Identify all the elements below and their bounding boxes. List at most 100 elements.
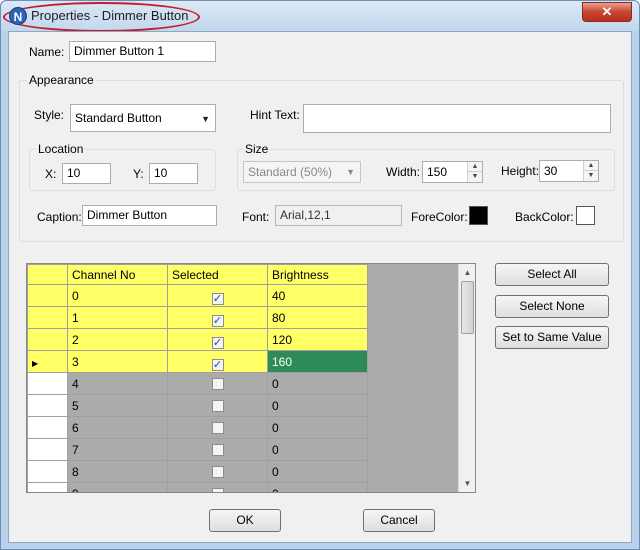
hint-text-field[interactable]: [303, 104, 611, 133]
brightness-cell[interactable]: 0: [267, 372, 368, 395]
channel-grid[interactable]: Channel No Selected Brightness 0 ✓ 40 1 ✓ 80 2…: [26, 263, 476, 493]
backcolor-label: BackColor:: [515, 210, 574, 224]
checkbox-unchecked-icon[interactable]: [211, 488, 224, 492]
grid-scrollbar[interactable]: ▲ ▼: [458, 264, 475, 492]
height-stepper[interactable]: 30 ▲ ▼: [539, 160, 599, 182]
scroll-thumb[interactable]: [461, 281, 474, 334]
title-bar[interactable]: N Properties - Dimmer Button ✕: [1, 1, 639, 32]
row-header-cell[interactable]: [27, 284, 68, 307]
height-spin-buttons[interactable]: ▲ ▼: [583, 161, 598, 181]
ok-button[interactable]: OK: [209, 509, 281, 532]
window-title: Properties - Dimmer Button: [31, 8, 189, 23]
table-row[interactable]: 0 ✓ 40: [27, 284, 368, 307]
checkbox-unchecked-icon[interactable]: [211, 422, 224, 434]
column-header-selected[interactable]: Selected: [167, 264, 268, 285]
row-header-cell[interactable]: [27, 328, 68, 351]
width-stepper[interactable]: 150 ▲ ▼: [422, 161, 483, 183]
x-field[interactable]: 10: [62, 163, 111, 184]
table-row[interactable]: 40: [27, 372, 368, 395]
hint-text-label: Hint Text:: [250, 108, 300, 122]
row-header-cell[interactable]: [27, 394, 68, 417]
channel-cell[interactable]: 1: [67, 306, 168, 329]
row-header-cell[interactable]: [27, 306, 68, 329]
table-row[interactable]: 60: [27, 416, 368, 439]
checkbox-unchecked-icon[interactable]: [211, 400, 224, 412]
spin-down-icon[interactable]: ▼: [584, 171, 598, 181]
brightness-cell[interactable]: 0: [267, 482, 368, 492]
selected-cell[interactable]: [167, 372, 268, 395]
caption-label: Caption:: [37, 210, 82, 224]
checkbox-checked-icon[interactable]: ✓: [211, 336, 224, 349]
select-none-button[interactable]: Select None: [495, 295, 609, 318]
channel-cell[interactable]: 6: [67, 416, 168, 439]
channel-table: Channel No Selected Brightness 0 ✓ 40 1 ✓ 80 2…: [27, 264, 368, 492]
selected-cell[interactable]: [167, 416, 268, 439]
column-header-channel[interactable]: Channel No: [67, 264, 168, 285]
brightness-cell[interactable]: 0: [267, 460, 368, 483]
selected-cell[interactable]: ✓: [167, 328, 268, 351]
brightness-cell[interactable]: 160: [267, 350, 368, 373]
spin-up-icon[interactable]: ▲: [584, 161, 598, 171]
checkbox-unchecked-icon[interactable]: [211, 378, 224, 390]
table-row[interactable]: ▶ 3 ✓ 160: [27, 350, 368, 373]
table-row[interactable]: 80: [27, 460, 368, 483]
checkbox-checked-icon[interactable]: ✓: [211, 292, 224, 305]
channel-cell[interactable]: 4: [67, 372, 168, 395]
caption-field[interactable]: Dimmer Button: [82, 205, 217, 226]
table-row[interactable]: 50: [27, 394, 368, 417]
row-header-cell[interactable]: [27, 482, 68, 492]
scroll-up-icon[interactable]: ▲: [459, 264, 475, 281]
checkbox-checked-icon[interactable]: ✓: [211, 358, 224, 371]
cancel-button[interactable]: Cancel: [363, 509, 435, 532]
brightness-cell[interactable]: 0: [267, 394, 368, 417]
brightness-cell[interactable]: 120: [267, 328, 368, 351]
table-row[interactable]: 70: [27, 438, 368, 461]
checkbox-unchecked-icon[interactable]: [211, 444, 224, 456]
y-field[interactable]: 10: [149, 163, 198, 184]
location-title: Location: [36, 142, 86, 156]
checkbox-unchecked-icon[interactable]: [211, 466, 224, 478]
select-all-button[interactable]: Select All: [495, 263, 609, 286]
channel-cell[interactable]: 3: [67, 350, 168, 373]
row-header-cell[interactable]: [27, 438, 68, 461]
brightness-cell[interactable]: 0: [267, 416, 368, 439]
selected-cell[interactable]: [167, 438, 268, 461]
selected-cell[interactable]: ✓: [167, 306, 268, 329]
set-same-value-button[interactable]: Set to Same Value: [495, 326, 609, 349]
row-header-cell[interactable]: [27, 460, 68, 483]
table-row[interactable]: 1 ✓ 80: [27, 306, 368, 329]
forecolor-swatch[interactable]: [469, 206, 488, 225]
backcolor-swatch[interactable]: [576, 206, 595, 225]
selected-cell[interactable]: ✓: [167, 350, 268, 373]
spin-down-icon[interactable]: ▼: [468, 172, 482, 182]
current-row-arrow-icon: ▶: [32, 358, 39, 368]
row-header-cell[interactable]: ▶: [27, 350, 68, 373]
style-dropdown[interactable]: Standard Button ▼: [70, 104, 216, 132]
selected-cell[interactable]: ✓: [167, 284, 268, 307]
brightness-cell[interactable]: 80: [267, 306, 368, 329]
font-field[interactable]: Arial,12,1: [275, 205, 402, 226]
width-spin-buttons[interactable]: ▲ ▼: [467, 162, 482, 182]
spin-up-icon[interactable]: ▲: [468, 162, 482, 172]
channel-cell[interactable]: 5: [67, 394, 168, 417]
row-header-cell[interactable]: [27, 416, 68, 439]
channel-cell[interactable]: 0: [67, 284, 168, 307]
scroll-down-icon[interactable]: ▼: [459, 475, 475, 492]
channel-cell[interactable]: 7: [67, 438, 168, 461]
brightness-cell[interactable]: 0: [267, 438, 368, 461]
row-header-cell[interactable]: [27, 372, 68, 395]
channel-cell[interactable]: 8: [67, 460, 168, 483]
selected-cell[interactable]: [167, 394, 268, 417]
checkbox-checked-icon[interactable]: ✓: [211, 314, 224, 327]
name-field[interactable]: Dimmer Button 1: [69, 41, 216, 62]
brightness-cell[interactable]: 40: [267, 284, 368, 307]
selected-cell[interactable]: [167, 482, 268, 492]
column-header-brightness[interactable]: Brightness: [267, 264, 368, 285]
channel-cell[interactable]: 9: [67, 482, 168, 492]
table-row[interactable]: 2 ✓ 120: [27, 328, 368, 351]
table-row[interactable]: 90: [27, 482, 368, 492]
selected-cell[interactable]: [167, 460, 268, 483]
name-label: Name:: [29, 45, 65, 59]
channel-cell[interactable]: 2: [67, 328, 168, 351]
close-icon[interactable]: ✕: [582, 2, 632, 22]
